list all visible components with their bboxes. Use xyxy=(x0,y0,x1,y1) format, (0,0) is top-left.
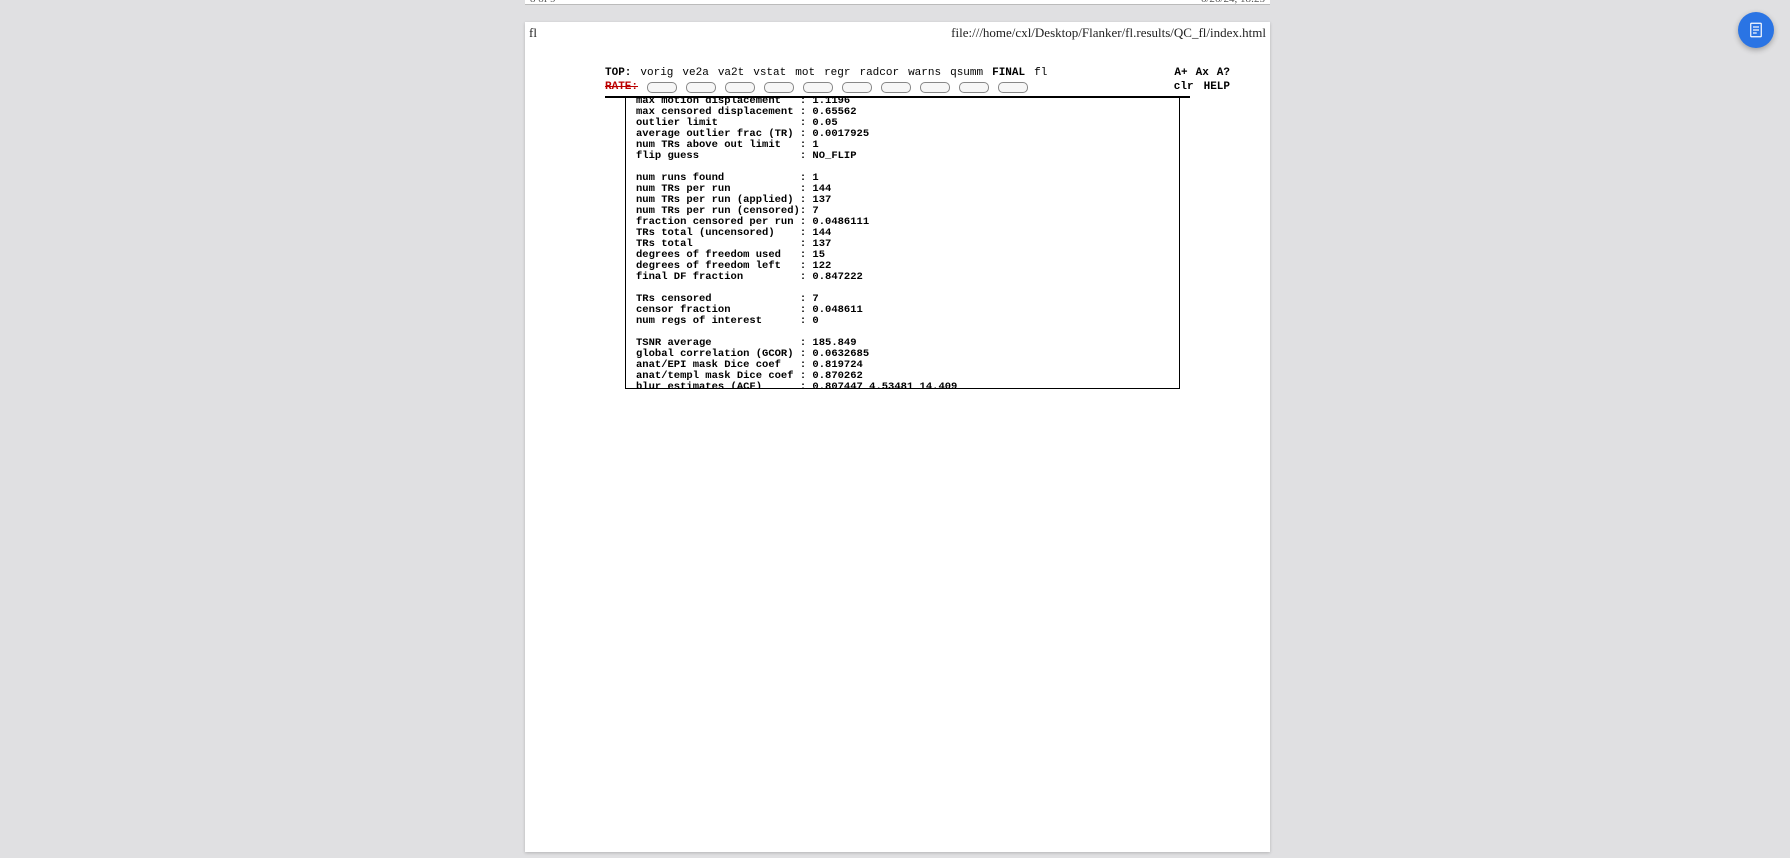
rate-btn-ve2a[interactable] xyxy=(686,82,716,93)
page-sheet: fl file:///home/cxl/Desktop/Flanker/fl.r… xyxy=(525,22,1270,852)
btn-a-question[interactable]: A? xyxy=(1217,66,1230,80)
nav-warns[interactable]: warns xyxy=(908,66,941,80)
nav-vstat[interactable]: vstat xyxy=(753,66,786,80)
nav-regr[interactable]: regr xyxy=(824,66,850,80)
qc-line: flip guess : NO_FLIP xyxy=(636,150,857,162)
nav-qsumm[interactable]: qsumm xyxy=(950,66,983,80)
btn-a-plus[interactable]: A+ xyxy=(1174,66,1187,80)
rate-btn-va2t[interactable] xyxy=(725,82,755,93)
rate-btn-vorig[interactable] xyxy=(647,82,677,93)
page-icon xyxy=(1747,21,1765,39)
subject-id: fl xyxy=(529,25,537,41)
rate-btn-vstat[interactable] xyxy=(764,82,794,93)
qc-nav-bar: TOP: vorig ve2a va2t vstat mot regr radc… xyxy=(525,66,1270,94)
top-label: TOP: xyxy=(605,66,631,80)
rate-btn-warns[interactable] xyxy=(920,82,950,93)
rate-btn-radcor[interactable] xyxy=(881,82,911,93)
rate-label: RATE: xyxy=(605,80,638,94)
nav-vorig[interactable]: vorig xyxy=(640,66,673,80)
print-datetime: 6/26/24, 18:25 xyxy=(1201,0,1265,5)
qc-line: num regs of interest : 0 xyxy=(636,315,819,327)
nav-fl[interactable]: fl xyxy=(1034,66,1047,80)
rate-btn-qsumm[interactable] xyxy=(959,82,989,93)
qc-line: blur estimates (ACF) : 0.807447 4.53481 … xyxy=(636,381,957,389)
qc-line: final DF fraction : 0.847222 xyxy=(636,271,863,283)
rate-btn-final[interactable] xyxy=(998,82,1028,93)
nav-va2t[interactable]: va2t xyxy=(718,66,744,80)
rate-btn-regr[interactable] xyxy=(842,82,872,93)
btn-a-x[interactable]: Ax xyxy=(1196,66,1209,80)
file-path: file:///home/cxl/Desktop/Flanker/fl.resu… xyxy=(951,25,1266,41)
btn-help[interactable]: HELP xyxy=(1204,80,1230,94)
btn-clr[interactable]: clr xyxy=(1174,80,1194,94)
reader-mode-fab[interactable] xyxy=(1738,12,1774,48)
nav-final[interactable]: FINAL xyxy=(992,66,1025,80)
nav-mot[interactable]: mot xyxy=(795,66,815,80)
rate-btn-mot[interactable] xyxy=(803,82,833,93)
document-header: fl file:///home/cxl/Desktop/Flanker/fl.r… xyxy=(525,22,1270,42)
qc-summary-panel: max motion displacement : 1.1196max cens… xyxy=(625,98,1180,389)
nav-ve2a[interactable]: ve2a xyxy=(682,66,708,80)
nav-radcor[interactable]: radcor xyxy=(859,66,899,80)
print-header-strip: 8 of 9 6/26/24, 18:25 xyxy=(525,0,1270,5)
page-indicator: 8 of 9 xyxy=(530,0,556,5)
